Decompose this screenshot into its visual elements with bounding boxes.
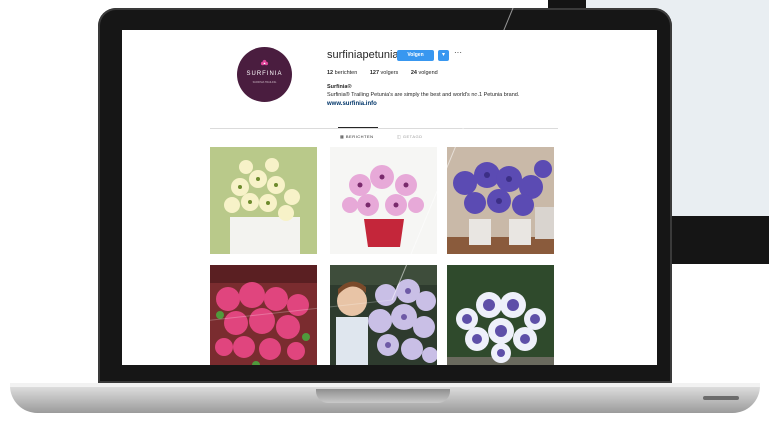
post-tile[interactable] — [447, 265, 554, 365]
profile-avatar[interactable]: SURFINIA SURFINIA TRAILING — [237, 47, 292, 102]
post-tile[interactable] — [330, 147, 437, 254]
stat-label: volgend — [418, 70, 438, 76]
profile-username: surfiniapetunia — [327, 49, 399, 61]
bio-text: Surfinia® Trailing Petunia's are simply … — [327, 92, 520, 98]
profile-stats: 12 berichten 127 volgers 24 volgend — [327, 70, 449, 76]
post-tile[interactable] — [210, 265, 317, 365]
follow-dropdown-button[interactable]: ▾ — [438, 50, 449, 61]
post-image-blue-white-mound — [447, 265, 554, 365]
post-image-girl-with-petunias — [330, 265, 437, 365]
post-tile[interactable] — [210, 147, 317, 254]
post-tile[interactable] — [330, 265, 437, 365]
laptop-notch — [316, 389, 450, 403]
post-image-pink-hanging — [210, 265, 317, 365]
flower-icon — [260, 59, 269, 66]
stat-label: volgers — [380, 70, 399, 76]
stat-count: 127 — [369, 70, 380, 76]
active-tab-indicator — [338, 127, 378, 128]
stat-followers[interactable]: 127 volgers — [370, 70, 398, 76]
follow-button[interactable]: Volgen — [397, 50, 434, 61]
avatar-tagline: SURFINIA TRAILING — [252, 81, 277, 84]
avatar-brand-text: SURFINIA — [246, 71, 283, 77]
stat-label: berichten — [334, 70, 358, 76]
stat-following[interactable]: 24 volgend — [411, 70, 438, 76]
bio-name: Surfinia® — [327, 84, 352, 90]
more-options-icon[interactable]: ··· — [454, 48, 462, 57]
stat-posts[interactable]: 12 berichten — [327, 70, 357, 76]
post-image-white-petunias — [210, 147, 317, 254]
stat-count: 24 — [410, 70, 417, 76]
background-dark-strip — [548, 0, 586, 8]
post-image-pink-pot — [330, 147, 437, 254]
post-tile[interactable] — [447, 147, 554, 254]
tab-posts[interactable]: ▦ BERICHTEN — [340, 134, 374, 139]
laptop-screen: SURFINIA SURFINIA TRAILING surfiniapetun… — [122, 30, 657, 365]
laptop-foot — [703, 396, 739, 400]
bio-link[interactable]: www.surfinia.info — [327, 101, 377, 107]
tab-tagged[interactable]: ◫ GETAGD — [397, 134, 422, 139]
tabs-divider — [210, 128, 558, 129]
stat-count: 12 — [327, 70, 334, 76]
post-image-purple-petunias — [447, 147, 554, 254]
laptop-base-lip — [10, 383, 760, 387]
